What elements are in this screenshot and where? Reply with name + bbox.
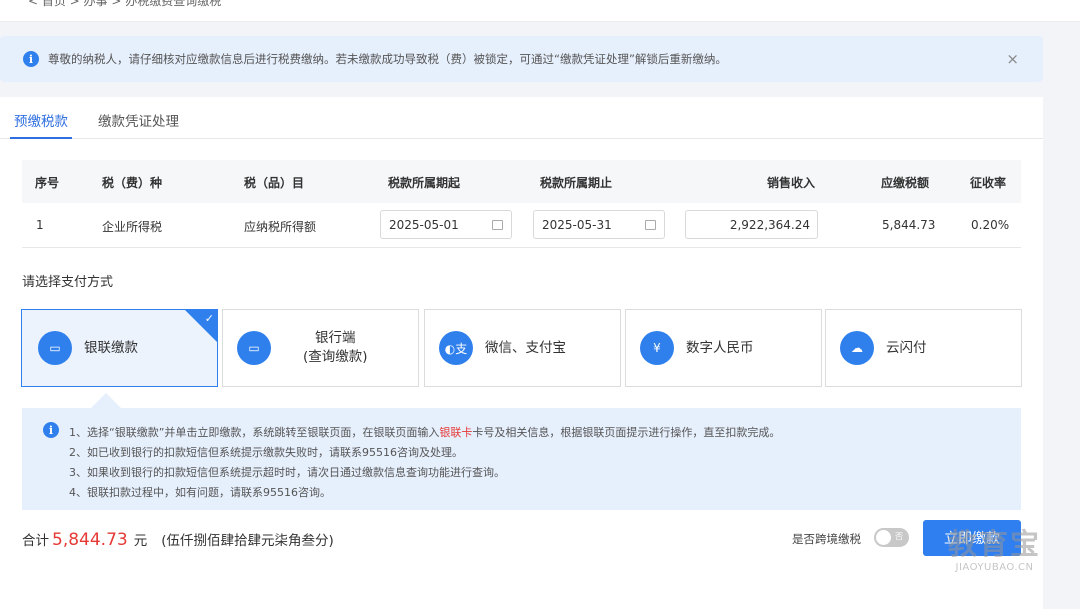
pay-option-label: 银行端 (查询缴款) <box>303 330 368 365</box>
check-icon: ✓ <box>204 312 214 325</box>
info-icon: i <box>43 422 59 438</box>
total-unit: 元 <box>133 533 148 549</box>
pay-option-unionpay[interactable]: ▭ 银联缴款 ✓ <box>21 309 218 387</box>
watermark-main: 教育宝 <box>948 527 1042 561</box>
col-period-start: 税款所属期起 <box>388 176 461 190</box>
calendar-icon <box>492 219 503 230</box>
cross-border-toggle[interactable]: 否 <box>874 528 909 547</box>
row-tax-item: 应纳税所得额 <box>244 220 317 234</box>
period-start-value: 2025-05-01 <box>389 217 459 232</box>
card-icon: ▭ <box>38 331 72 365</box>
notice-text: 尊敬的纳税人，请仔细核对应缴款信息后进行税费缴纳。若未缴款成功导致税（费）被锁定… <box>48 52 727 66</box>
close-icon[interactable]: × <box>1006 50 1019 68</box>
payment-method-title: 请选择支付方式 <box>22 275 114 290</box>
breadcrumb: < 首页 > 办事 > 办税缴费查询缴税 <box>28 0 222 8</box>
total-amount: 5,844.73 <box>52 530 128 550</box>
payment-tips: i 1、选择“银联缴款”并单击立即缴款，系统跳转至银联页面，在银联页面输入银联卡… <box>22 408 1021 510</box>
pay-option-wechat-alipay[interactable]: ◐支 微信、支付宝 <box>424 309 621 387</box>
calendar-icon <box>645 219 656 230</box>
info-icon: i <box>23 51 39 67</box>
period-end-value: 2025-05-31 <box>542 217 612 232</box>
wechat-alipay-icon: ◐支 <box>439 331 473 365</box>
table-row: 1 企业所得税 应纳税所得额 2025-05-01 2025-05-31 2,9… <box>22 203 1021 248</box>
pay-option-digital-rmb[interactable]: ¥ 数字人民币 <box>625 309 822 387</box>
col-index: 序号 <box>35 176 60 190</box>
tip-line-1-b: 卡号及相关信息，根据银联页面提示进行操作，直至扣款完成。 <box>472 426 781 439</box>
watermark: 教育宝 JIAOYUBAO.CN <box>948 528 1041 573</box>
top-strip: < 首页 > 办事 > 办税缴费查询缴税 <box>0 0 1080 22</box>
pay-option-label: 微信、支付宝 <box>485 339 566 356</box>
toggle-text: 否 <box>895 532 903 541</box>
total-label: 合计 <box>22 533 49 549</box>
tab-voucher-handling[interactable]: 缴款凭证处理 <box>98 110 179 130</box>
row-rate: 0.20% <box>971 218 1010 232</box>
cloud-pay-icon: ☁ <box>840 331 874 365</box>
col-tax-type: 税（费）种 <box>102 176 163 190</box>
table-header: 序号 税（费）种 税（品）目 税款所属期起 税款所属期止 销售收入 应缴税额 征… <box>22 160 1021 203</box>
pay-option-bank-terminal[interactable]: ▭ 银行端 (查询缴款) <box>222 309 419 387</box>
row-tax-due: 5,844.73 <box>882 218 936 232</box>
tip-line-1: 1、选择“银联缴款”并单击立即缴款，系统跳转至银联页面，在银联页面输入银联卡卡号… <box>69 424 780 440</box>
col-period-end: 税款所属期止 <box>540 176 613 190</box>
col-tax-due: 应缴税额 <box>881 176 930 190</box>
period-start-picker[interactable]: 2025-05-01 <box>380 210 512 239</box>
cross-border-label: 是否跨境缴税 <box>792 532 861 546</box>
pay-option-cloud-pay[interactable]: ☁ 云闪付 <box>825 309 1022 387</box>
total-summary: 合计 5,844.73 元 (伍仟捌佰肆拾肆元柒角叁分) <box>22 529 334 550</box>
row-index: 1 <box>36 218 44 232</box>
tip-line-4: 4、银联扣款过程中，如有问题，请联系95516咨询。 <box>69 486 331 499</box>
pay-option-label: 数字人民币 <box>686 339 754 356</box>
tab-prepay-tax[interactable]: 预缴税款 <box>10 110 72 139</box>
tip-arrow <box>90 393 122 409</box>
watermark-sub: JIAOYUBAO.CN <box>955 562 1034 573</box>
bank-terminal-icon: ▭ <box>237 331 271 365</box>
tab-bar: 预缴税款 缴款凭证处理 <box>0 97 1043 139</box>
tip-line-3: 3、如果收到银行的扣款短信但系统提示超时时，请次日通过缴款信息查询功能进行查询。 <box>69 466 505 479</box>
toggle-knob <box>876 530 891 545</box>
row-tax-type: 企业所得税 <box>102 220 163 234</box>
pay-option-label: 银联缴款 <box>84 339 138 356</box>
col-sales-income: 销售收入 <box>767 176 816 190</box>
sales-income-input[interactable]: 2,922,364.24 <box>685 210 818 239</box>
tip-highlight: 银联卡 <box>439 426 473 439</box>
amount-in-words: (伍仟捌佰肆拾肆元柒角叁分) <box>161 533 334 549</box>
notice-banner: i 尊敬的纳税人，请仔细核对应缴款信息后进行税费缴纳。若未缴款成功导致税（费）被… <box>0 36 1043 82</box>
tip-line-2: 2、如已收到银行的扣款短信但系统提示缴款失败时，请联系95516咨询及处理。 <box>69 446 463 459</box>
digital-rmb-icon: ¥ <box>640 331 674 365</box>
pay-option-label: 云闪付 <box>886 339 927 356</box>
col-tax-item: 税（品）目 <box>244 176 305 190</box>
period-end-picker[interactable]: 2025-05-31 <box>533 210 665 239</box>
col-rate: 征收率 <box>970 176 1007 190</box>
sales-income-value: 2,922,364.24 <box>729 217 810 232</box>
tip-line-1-a: 1、选择“银联缴款”并单击立即缴款，系统跳转至银联页面，在银联页面输入 <box>69 426 440 439</box>
main-panel: 预缴税款 缴款凭证处理 序号 税（费）种 税（品）目 税款所属期起 税款所属期止… <box>0 97 1043 609</box>
